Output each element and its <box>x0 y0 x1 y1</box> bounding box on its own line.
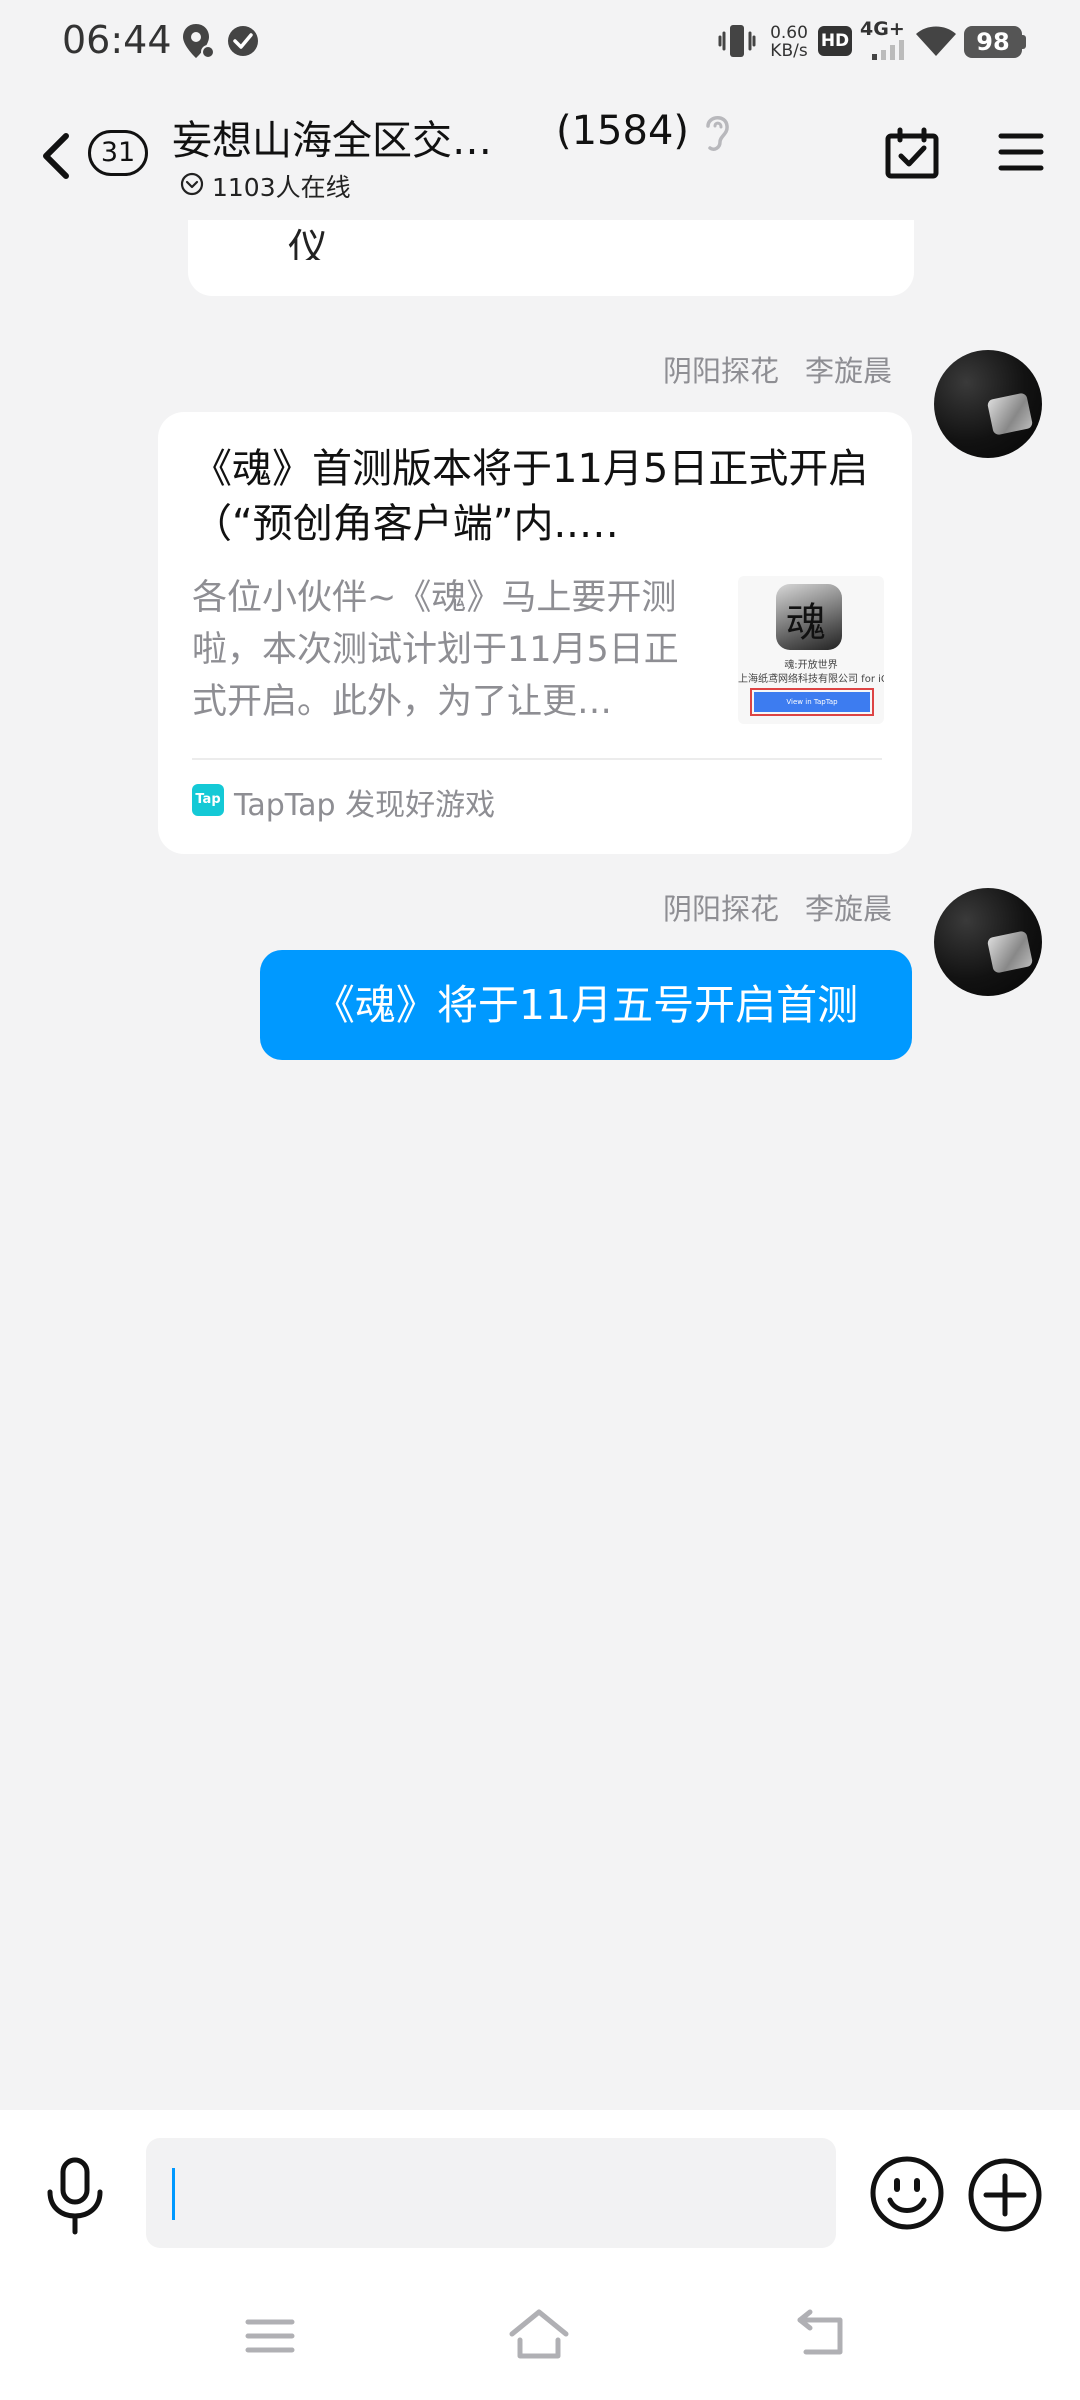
status-time: 06:44 <box>62 18 172 62</box>
signal-bars-icon <box>872 40 904 60</box>
avatar[interactable] <box>934 888 1042 996</box>
card-divider <box>192 758 882 760</box>
avatar[interactable] <box>934 350 1042 458</box>
unread-count-badge[interactable]: 31 <box>88 130 148 176</box>
check-circle-icon <box>228 26 258 56</box>
link-title: 《魂》首测版本将于11月5日正式开启（“预创角客户端”内..… <box>192 446 869 547</box>
battery-level: 98 <box>964 26 1022 58</box>
link-share-card[interactable]: 《魂》首测版本将于11月5日正式开启（“预创角客户端”内..… 各位小伙伴~《魂… <box>158 412 912 854</box>
network-speed: 0.60 KB/s <box>764 24 814 60</box>
message-sender: 阴阳探花 李旋晨 <box>520 886 892 926</box>
back-chevron-icon[interactable] <box>36 126 76 186</box>
sender-name: 李旋晨 <box>804 892 892 926</box>
message-bubble[interactable]: 《魂》将于11月五号开启首测 <box>260 950 912 1060</box>
text-caret <box>172 2168 175 2220</box>
sender-name: 李旋晨 <box>804 354 892 388</box>
chat-message-list[interactable]: 仪 阴阳探花 李旋晨 《魂》首测版本将于11月5日正式开启（“预创角客户端”内..… <box>0 220 1080 2110</box>
avatar-image-detail <box>986 392 1034 436</box>
hd-badge: HD <box>818 26 852 56</box>
network-speed-value: 0.60 <box>770 23 808 43</box>
message-sender: 阴阳探花 李旋晨 <box>520 348 892 388</box>
vibrate-icon <box>718 25 756 57</box>
thumbnail-caption: 魂:开放世界 <box>784 660 838 671</box>
online-count-text: 1103人在线 <box>212 173 351 202</box>
message-input-bar <box>0 2110 1080 2280</box>
smile-icon[interactable] <box>868 2154 946 2232</box>
previous-card-text: 仪 <box>288 226 328 260</box>
status-bar: 06:44 0.60 KB/s HD 4G+ 98 <box>0 0 1080 86</box>
wifi-icon <box>916 26 956 56</box>
previous-message-card[interactable]: 仪 <box>188 220 914 296</box>
hamburger-menu-icon[interactable] <box>998 130 1044 174</box>
cellular-signal: 4G+ <box>858 18 908 62</box>
thumbnail-button: View in TapTap <box>754 692 870 712</box>
game-logo: 魂 <box>776 584 842 650</box>
network-type: 4G+ <box>860 18 905 40</box>
microphone-icon[interactable] <box>42 2156 108 2236</box>
sender-title: 阴阳探花 <box>662 354 779 388</box>
chat-header: 31 妄想山海全区交… (1584) 1103人在线 <box>0 86 1080 220</box>
ear-icon[interactable] <box>700 110 734 154</box>
nav-menu-icon[interactable] <box>244 2310 296 2362</box>
nav-home-icon[interactable] <box>508 2306 570 2362</box>
link-description: 各位小伙伴~《魂》马上要开测啦，本次测试计划于11月5日正式开启。此外，为了让更… <box>192 578 679 722</box>
battery-tip <box>1022 35 1026 49</box>
nav-back-icon[interactable] <box>796 2308 850 2360</box>
taptap-icon: Tap <box>192 784 224 816</box>
message-input[interactable] <box>146 2138 836 2248</box>
system-navigation-bar <box>0 2280 1080 2400</box>
network-speed-unit: KB/s <box>770 41 808 61</box>
location-icon <box>183 24 215 59</box>
calendar-check-icon[interactable] <box>884 126 940 182</box>
link-thumbnail: 魂 魂:开放世界 上海纸鸢网络科技有限公司 for iOS View in Ta… <box>738 576 884 724</box>
sender-title: 阴阳探花 <box>662 892 779 926</box>
member-count[interactable]: (1584) <box>556 108 689 154</box>
plus-circle-icon[interactable] <box>966 2156 1044 2234</box>
chevron-down-circle-icon <box>180 172 204 196</box>
link-source: TapTap 发现好游戏 <box>234 788 496 823</box>
avatar-image-detail <box>986 930 1034 974</box>
thumbnail-company: 上海纸鸢网络科技有限公司 for iOS <box>738 674 884 685</box>
